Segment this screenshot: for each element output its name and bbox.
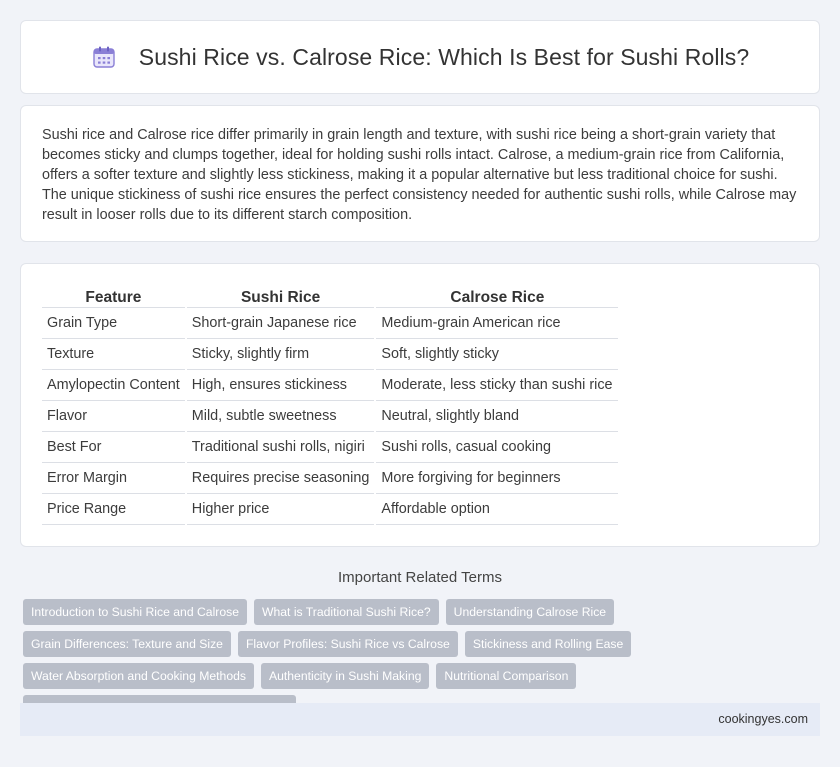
table-row: Price Range Higher price Affordable opti…	[42, 494, 619, 525]
table-cell: Best For	[42, 432, 185, 463]
related-terms-heading: Important Related Terms	[338, 569, 502, 586]
table-cell: Grain Type	[42, 308, 185, 339]
table-cell: Higher price	[186, 494, 375, 525]
table-cell: Texture	[42, 339, 185, 370]
footer-site-link[interactable]: cookingyes.com	[718, 712, 808, 726]
header-calrose-rice: Calrose Rice	[376, 284, 619, 308]
comparison-card: Feature Sushi Rice Calrose Rice Grain Ty…	[20, 263, 820, 547]
table-cell: Sushi rolls, casual cooking	[376, 432, 619, 463]
calendar-icon	[91, 44, 117, 70]
table-row: Best For Traditional sushi rolls, nigiri…	[42, 432, 619, 463]
header-sushi-rice: Sushi Rice	[186, 284, 375, 308]
related-term-tag[interactable]: Authenticity in Sushi Making	[260, 663, 430, 689]
table-cell: Price Range	[42, 494, 185, 525]
table-cell: Neutral, slightly bland	[376, 401, 619, 432]
related-term-tag[interactable]: Understanding Calrose Rice	[445, 599, 615, 625]
intro-paragraph: Sushi rice and Calrose rice differ prima…	[42, 127, 797, 223]
table-row: Grain Type Short-grain Japanese rice Med…	[42, 308, 619, 339]
table-row: Amylopectin Content High, ensures sticki…	[42, 370, 619, 401]
related-term-tag[interactable]: What is Traditional Sushi Rice?	[253, 599, 439, 625]
related-term-tag[interactable]: Grain Differences: Texture and Size	[23, 631, 231, 657]
related-term-tag[interactable]: Introduction to Sushi Rice and Calrose	[23, 599, 247, 625]
table-cell: Error Margin	[42, 463, 185, 494]
table-cell: Mild, subtle sweetness	[186, 401, 375, 432]
table-cell: Sticky, slightly firm	[186, 339, 375, 370]
related-term-tag[interactable]: Water Absorption and Cooking Methods	[23, 663, 254, 689]
table-row: Flavor Mild, subtle sweetness Neutral, s…	[42, 401, 619, 432]
table-cell: Short-grain Japanese rice	[186, 308, 375, 339]
related-term-tag[interactable]: Nutritional Comparison	[436, 663, 577, 689]
table-cell: Requires precise seasoning	[186, 463, 375, 494]
table-row: Error Margin Requires precise seasoning …	[42, 463, 619, 494]
table-row: Texture Sticky, slightly firm Soft, slig…	[42, 339, 619, 370]
table-cell: Medium-grain American rice	[376, 308, 619, 339]
comparison-table: Feature Sushi Rice Calrose Rice Grain Ty…	[40, 284, 620, 525]
table-cell: Amylopectin Content	[42, 370, 185, 401]
table-cell: Affordable option	[376, 494, 619, 525]
table-cell: Moderate, less sticky than sushi rice	[376, 370, 619, 401]
intro-card: Sushi rice and Calrose rice differ prima…	[20, 105, 820, 242]
table-cell: Soft, slightly sticky	[376, 339, 619, 370]
table-cell: More forgiving for beginners	[376, 463, 619, 494]
footer: cookingyes.com	[20, 703, 820, 736]
page-title: Sushi Rice vs. Calrose Rice: Which Is Be…	[138, 43, 750, 70]
related-term-tag[interactable]: Flavor Profiles: Sushi Rice vs Calrose	[237, 631, 458, 657]
table-header-row: Feature Sushi Rice Calrose Rice	[42, 284, 619, 308]
table-cell: High, ensures stickiness	[186, 370, 375, 401]
header-feature: Feature	[42, 284, 185, 308]
related-term-tag[interactable]: Stickiness and Rolling Ease	[464, 631, 632, 657]
title-card: Sushi Rice vs. Calrose Rice: Which Is Be…	[20, 20, 820, 94]
table-cell: Flavor	[42, 401, 185, 432]
table-cell: Traditional sushi rolls, nigiri	[186, 432, 375, 463]
